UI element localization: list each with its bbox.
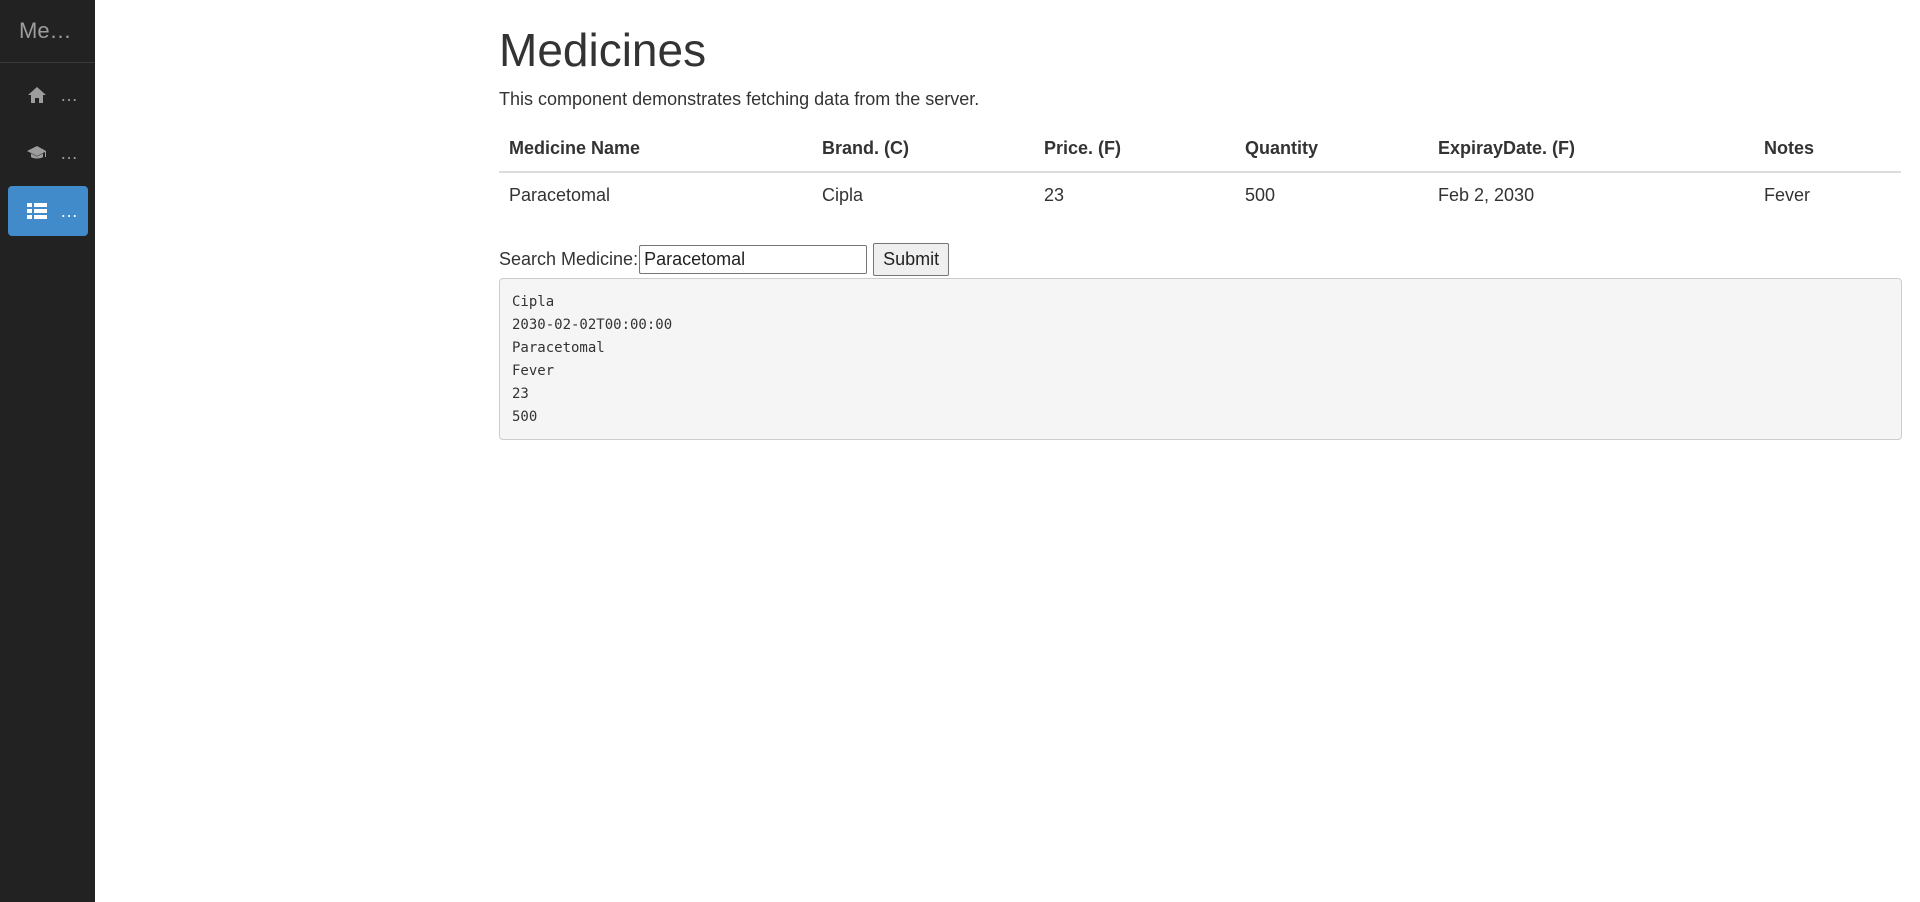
- cell-notes: Fever: [1764, 185, 1811, 205]
- result-line-medicine-name: Paracetomal: [512, 340, 605, 356]
- result-line-quantity: 500: [512, 409, 538, 425]
- cell-medicine-name: Paracetomal: [509, 185, 611, 205]
- list-icon: [26, 200, 48, 222]
- column-header-expiry-date[interactable]: ExpirayDate. (F): [1428, 124, 1754, 173]
- nav-item-medicines-label: …: [60, 200, 79, 221]
- column-header-quantity[interactable]: Quantity: [1235, 124, 1428, 173]
- column-header-brand[interactable]: Brand. (C): [812, 124, 1034, 173]
- medicines-table: Medicine Name Brand. (C) Price. (F) Quan…: [499, 124, 1901, 220]
- page-title: Medicines: [499, 24, 707, 76]
- result-line-notes: Fever: [512, 363, 555, 379]
- result-line-price: 23: [512, 386, 529, 402]
- search-form: Search Medicine: Submit: [499, 243, 1901, 276]
- home-icon: [26, 84, 48, 106]
- result-line-expiry-date: 2030-02-02T00:00:00: [512, 317, 673, 333]
- cell-expiry-date: Feb 2, 2030: [1438, 185, 1535, 205]
- search-input[interactable]: [639, 245, 868, 274]
- cell-price: 23: [1044, 185, 1065, 205]
- brand-title[interactable]: Me…: [0, 0, 95, 63]
- cell-quantity: 500: [1245, 185, 1276, 205]
- nav-item-home[interactable]: …: [8, 70, 88, 120]
- graduation-cap-icon: [26, 142, 48, 164]
- column-header-medicine-name[interactable]: Medicine Name: [499, 124, 812, 173]
- submit-button[interactable]: Submit: [873, 243, 950, 276]
- result-output: Cipla 2030-02-02T00:00:00 Paracetomal Fever…: [499, 278, 1902, 440]
- main-content: Medicines This component demonstrates fe…: [499, 0, 1902, 440]
- column-header-price[interactable]: Price. (F): [1034, 124, 1235, 173]
- nav-item-home-label: …: [60, 84, 79, 105]
- column-header-notes[interactable]: Notes: [1754, 124, 1901, 173]
- sidebar: Me… … … …: [0, 0, 95, 902]
- table-header-row: Medicine Name Brand. (C) Price. (F) Quan…: [499, 124, 1901, 173]
- nav-item-medicines[interactable]: …: [8, 186, 88, 236]
- search-label: Search Medicine:: [499, 249, 639, 269]
- nav-item-education-label: …: [60, 142, 79, 163]
- cell-brand: Cipla: [822, 185, 864, 205]
- result-line-brand: Cipla: [512, 294, 555, 310]
- nav-item-education[interactable]: …: [8, 128, 88, 178]
- table-row: Paracetomal Cipla 23 500 Feb 2, 2030 Fev…: [499, 172, 1901, 220]
- page-subtitle: This component demonstrates fetching dat…: [499, 89, 980, 109]
